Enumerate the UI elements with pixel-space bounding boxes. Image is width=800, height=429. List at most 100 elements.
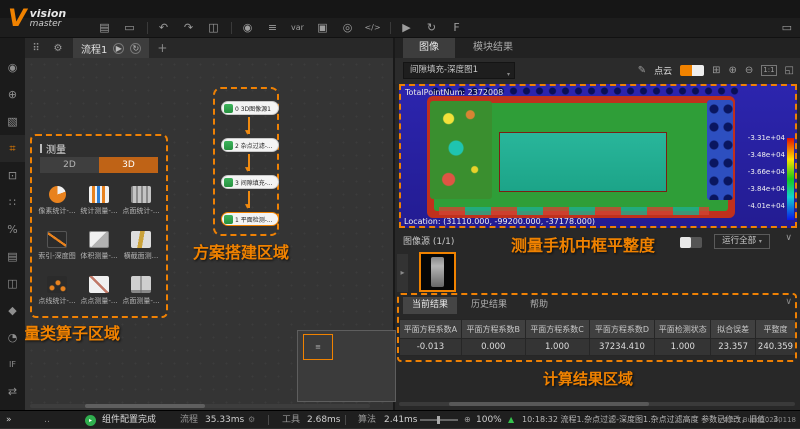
logic-if-icon[interactable]: IF — [0, 351, 25, 378]
bottom-edge-region — [439, 207, 709, 215]
strip-collapse-icon[interactable]: » — [6, 411, 12, 429]
version-text: V4.2.1 Build20240118 — [718, 411, 796, 429]
tab-current-result[interactable]: 当前结果 — [403, 297, 457, 314]
communication-icon[interactable]: ◎ — [338, 19, 357, 37]
camera-icon[interactable]: ◉ — [238, 19, 257, 37]
history-icon[interactable]: ◔ — [0, 324, 25, 351]
tool-time-label: 工具 — [282, 411, 300, 429]
operator-cross-section[interactable]: 横截面测... — [120, 223, 162, 268]
image-save-icon[interactable]: ▤ — [0, 243, 25, 270]
gear-small-icon[interactable]: ⚙ — [248, 411, 255, 429]
scale-label: -3.31e+04 — [748, 134, 785, 142]
tab-module-result[interactable]: 模块结果 — [455, 38, 531, 58]
layout-icon[interactable]: ◫ — [204, 19, 223, 37]
operator-stat-measure[interactable]: 统计测量-... — [78, 178, 120, 223]
save-icon[interactable]: ▤ — [95, 19, 114, 37]
toolbar-separator — [147, 22, 148, 34]
calibration-icon[interactable]: ∷ — [0, 189, 25, 216]
status-play-icon: ▸ — [85, 415, 96, 426]
status-separator — [268, 415, 269, 425]
canvas-scrollbar-thumb[interactable] — [85, 404, 205, 408]
operator-volume-measure[interactable]: 体积测量-... — [78, 223, 120, 268]
tab-help[interactable]: 帮助 — [521, 297, 557, 314]
flow-node-image-source[interactable]: 0 3D图像源1 — [221, 101, 279, 115]
flow-node-plane-detect[interactable]: 1 平面检测-... — [221, 212, 279, 226]
thumbnail-nav-button[interactable]: ▸ — [397, 254, 408, 292]
measure-icon[interactable]: ⌗ — [0, 135, 25, 162]
run-continuous-icon[interactable]: ↻ — [422, 19, 441, 37]
zoom-out-icon[interactable]: ⊖ — [745, 65, 753, 76]
flow-tab[interactable]: 流程1 ▶ ↻ — [73, 38, 149, 58]
operator-point-line-stats[interactable]: 点线统计-... — [36, 268, 78, 313]
toolbar-separator — [231, 22, 232, 34]
fullscreen-icon[interactable]: ◱ — [785, 65, 794, 76]
pencil-icon[interactable]: ✎ — [638, 65, 646, 76]
bar-chart-icon — [89, 186, 109, 203]
compare-icon[interactable]: ◫ — [0, 270, 25, 297]
one-to-one-icon[interactable]: 1:1 — [761, 65, 776, 76]
defect-icon[interactable]: % — [0, 216, 25, 243]
io-list-icon[interactable]: ≡ — [263, 19, 282, 37]
open-icon[interactable]: ▭ — [120, 19, 139, 37]
canvas-minimap[interactable]: ≡ — [297, 330, 396, 402]
image-viewport[interactable]: TotalPointNum: 2372008 Location: (31110.… — [399, 84, 797, 228]
results-chevron-icon[interactable]: ∨ — [785, 297, 792, 307]
undo-icon[interactable]: ↶ — [154, 19, 173, 37]
run-once-icon[interactable]: ▶ — [397, 19, 416, 37]
results-scrollbar-thumb[interactable] — [449, 402, 649, 406]
table-row[interactable]: -0.013 0.000 1.000 37234.410 1.000 23.35… — [400, 339, 796, 356]
flow-arrowhead-icon: ▼ — [245, 203, 250, 210]
canvas-scrollbar[interactable] — [30, 404, 370, 408]
results-scrollbar[interactable] — [399, 402, 795, 406]
variable-icon[interactable]: var — [288, 19, 307, 37]
source-toggle[interactable] — [680, 237, 702, 248]
tab-image[interactable]: 图像 — [403, 38, 455, 58]
image-source-strip: 图像源 (1/1) ∨ 运行全部 ▾ ▸ 测量手机中框平整度 — [395, 228, 800, 296]
point-cloud-toggle[interactable] — [680, 65, 704, 76]
flow-node-noise-filter[interactable]: 2 杂点过滤-... — [221, 138, 279, 152]
image-process-icon[interactable]: ▧ — [0, 108, 25, 135]
recognition-icon[interactable]: ⊡ — [0, 162, 25, 189]
fit-view-icon[interactable]: ⊞ — [712, 65, 720, 76]
locate-icon[interactable]: ⊕ — [0, 81, 25, 108]
statusbar-dots-icon[interactable]: ‥ — [44, 411, 50, 429]
flow-run-icon[interactable]: ▶ — [113, 43, 124, 54]
camera-source-icon[interactable]: ◉ — [0, 54, 25, 81]
zoom-in-icon[interactable]: ⊕ — [729, 65, 737, 76]
redo-icon[interactable]: ↷ — [179, 19, 198, 37]
operator-point-plane-stats[interactable]: 点面统计-... — [120, 178, 162, 223]
add-flow-tab-button[interactable]: + — [157, 41, 167, 55]
operator-point-point-measure[interactable]: 点点测量-... — [78, 268, 120, 313]
operator-point-plane-measure[interactable]: 点面测量-... — [120, 268, 162, 313]
tool-time-value: 2.68ms — [307, 411, 341, 429]
communication-switch-icon[interactable]: ⇄ — [0, 378, 25, 405]
module-icon[interactable]: ▣ — [313, 19, 332, 37]
f-block-icon[interactable]: F — [447, 19, 466, 37]
scale-label: -3.48e+04 — [748, 151, 785, 159]
annotation-results-area: 计算结果区域 — [543, 368, 633, 389]
phone-depth-image — [427, 96, 735, 218]
annotation-measure-flatness: 测量手机中框平整度 — [511, 232, 655, 256]
tab-3d[interactable]: 3D — [99, 157, 158, 173]
hierarchy-icon[interactable]: ⠿ — [25, 43, 47, 54]
depth-profile-icon — [47, 231, 67, 248]
color-icon[interactable]: ◆ — [0, 297, 25, 324]
image-source-select[interactable]: 间隙填充-深度图1 — [403, 62, 515, 79]
connector-region — [707, 100, 733, 200]
zoom-slider-knob[interactable] — [437, 416, 440, 424]
minimap-viewport-box[interactable]: ≡ — [303, 334, 333, 360]
tab-history-result[interactable]: 历史结果 — [461, 297, 517, 314]
image-thumbnail[interactable] — [419, 252, 456, 292]
flow-node-gap-fill[interactable]: 3 间隙填充-... — [221, 175, 279, 189]
collapse-chevron-icon[interactable]: ∨ — [785, 233, 792, 243]
folder-icon[interactable]: ▭ — [782, 18, 792, 38]
wrench-icon[interactable]: ⚙ — [47, 43, 69, 54]
tab-2d[interactable]: 2D — [40, 157, 99, 173]
script-icon[interactable]: </> — [363, 19, 382, 37]
run-all-dropdown[interactable]: 运行全部 ▾ — [714, 234, 770, 249]
flow-loop-run-icon[interactable]: ↻ — [130, 43, 141, 54]
operator-index-depthmap[interactable]: 索引-深度图 — [36, 223, 78, 268]
scale-label: -4.01e+04 — [748, 202, 785, 210]
operator-pixel-stats[interactable]: 像素统计-... — [36, 178, 78, 223]
col-detect-status: 平面检测状态 — [655, 320, 711, 339]
